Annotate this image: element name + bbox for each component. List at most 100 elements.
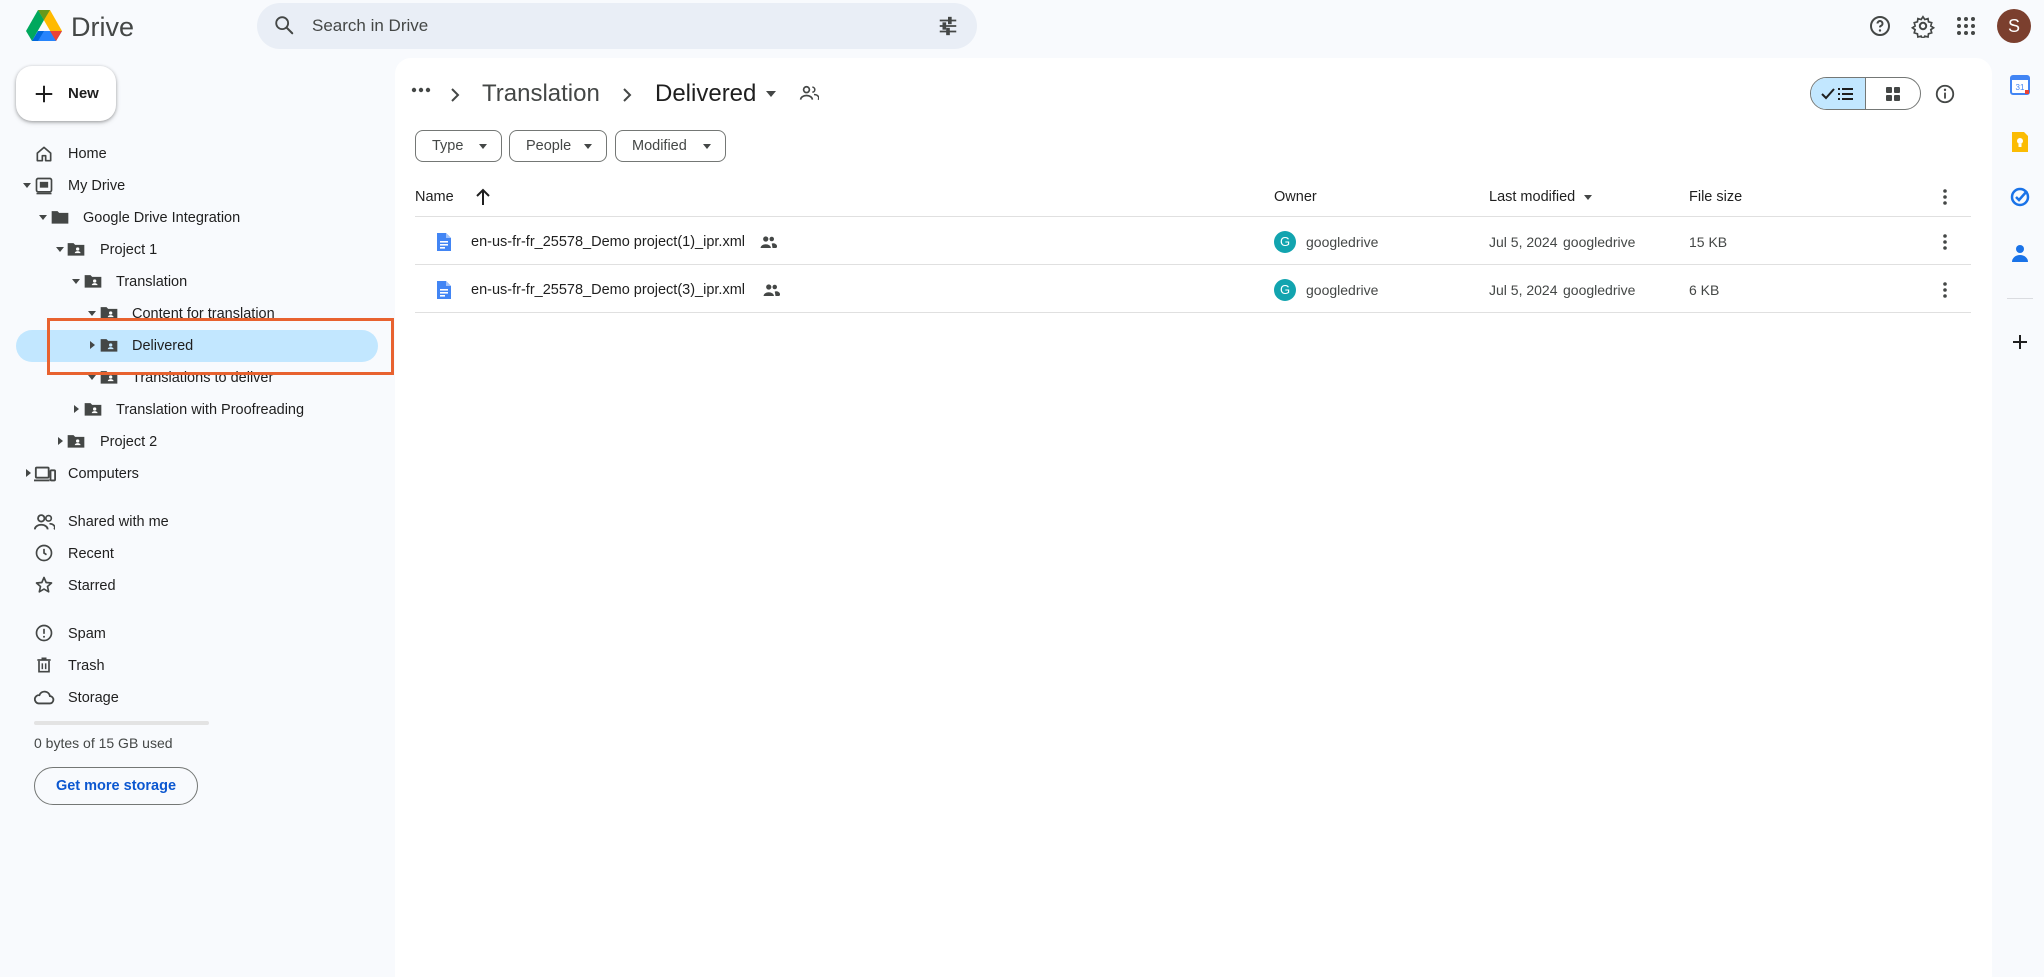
more-vert-icon[interactable] — [1936, 187, 1954, 207]
my-drive-icon — [34, 176, 54, 196]
sidebar-item-shared-with-me[interactable]: Shared with me — [68, 513, 169, 531]
filter-modified-label: Modified — [632, 138, 687, 154]
modified-by: googledrive — [1563, 282, 1636, 298]
filter-modified-chip[interactable]: Modified — [615, 130, 726, 162]
column-header-name[interactable]: Name — [415, 188, 454, 206]
sidebar-item-starred[interactable]: Starred — [68, 577, 116, 595]
keep-icon[interactable] — [2011, 131, 2029, 153]
sidebar-item-my-drive[interactable]: My Drive — [68, 177, 125, 195]
storage-usage-text: 0 bytes of 15 GB used — [34, 735, 173, 751]
drive-logo-icon[interactable] — [24, 6, 64, 46]
file-name[interactable]: en-us-fr-fr_25578_Demo project(1)_ipr.xm… — [471, 233, 745, 251]
settings-gear-icon[interactable] — [1911, 14, 1935, 38]
sidebar-item-project-2[interactable]: Project 2 — [100, 433, 157, 451]
computers-icon — [34, 464, 56, 484]
star-icon — [34, 575, 54, 595]
folder-icon — [50, 208, 70, 226]
shared-with-me-icon — [33, 512, 55, 532]
table-divider — [415, 264, 1971, 265]
shared-people-icon — [762, 282, 780, 298]
modified-date: Jul 5, 2024 — [1489, 234, 1558, 250]
expand-arrow-icon[interactable] — [74, 405, 79, 413]
tasks-icon[interactable] — [2010, 187, 2030, 207]
help-icon[interactable] — [1868, 14, 1892, 38]
expand-arrow-icon[interactable] — [26, 469, 31, 477]
calendar-icon[interactable]: 31 — [2010, 75, 2030, 95]
sidebar-item-recent[interactable]: Recent — [68, 545, 114, 563]
dropdown-arrow-icon — [479, 144, 487, 149]
breadcrumb-delivered[interactable]: Delivered — [655, 79, 756, 109]
side-panel-divider — [2007, 298, 2033, 299]
sidebar-item-google-drive-integration[interactable]: Google Drive Integration — [83, 209, 240, 227]
shared-people-icon — [759, 234, 777, 250]
plus-icon — [33, 83, 55, 105]
expand-arrow-icon[interactable] — [88, 375, 96, 380]
expand-arrow-icon[interactable] — [56, 247, 64, 252]
column-header-file-size[interactable]: File size — [1689, 188, 1742, 206]
owner-avatar: G — [1274, 231, 1296, 253]
more-horiz-icon[interactable] — [411, 86, 431, 94]
sidebar-item-translation-with-proofreading[interactable]: Translation with Proofreading — [116, 401, 304, 419]
expand-arrow-icon[interactable] — [58, 437, 63, 445]
modified-date: Jul 5, 2024 — [1489, 282, 1558, 298]
table-divider — [415, 312, 1971, 313]
list-view-check-icon — [1821, 86, 1857, 102]
doc-file-icon — [436, 232, 452, 252]
search-options-icon[interactable] — [937, 15, 959, 37]
more-actions-icon[interactable] — [1936, 280, 1954, 300]
doc-file-icon — [436, 280, 452, 300]
column-header-owner[interactable]: Owner — [1274, 188, 1317, 206]
expand-arrow-icon[interactable] — [72, 279, 80, 284]
chevron-right-icon — [450, 88, 460, 102]
table-divider — [415, 216, 1971, 217]
more-actions-icon[interactable] — [1936, 232, 1954, 252]
sort-dropdown-arrow-icon[interactable] — [1584, 195, 1592, 200]
file-size: 15 KB — [1689, 234, 1728, 250]
info-icon[interactable] — [1934, 83, 1956, 105]
app-title[interactable]: Drive — [71, 12, 134, 42]
folder-menu-dropdown-icon[interactable] — [766, 91, 776, 97]
dropdown-arrow-icon — [584, 144, 592, 149]
storage-usage-bar — [34, 721, 209, 725]
breadcrumb-translation[interactable]: Translation — [482, 79, 600, 109]
filter-type-chip[interactable]: Type — [415, 130, 502, 162]
account-avatar[interactable]: S — [1997, 9, 2031, 43]
sidebar-item-translation[interactable]: Translation — [116, 273, 187, 291]
trash-icon — [34, 655, 54, 675]
apps-grid-icon[interactable] — [1954, 14, 1978, 38]
sidebar-item-computers[interactable]: Computers — [68, 465, 139, 483]
new-button[interactable] — [16, 66, 116, 121]
grid-view-icon[interactable] — [1885, 86, 1901, 102]
add-addon-plus-icon[interactable] — [2011, 333, 2029, 351]
highlight-annotation-box — [47, 318, 394, 375]
sort-ascending-arrow-icon[interactable] — [474, 187, 492, 207]
expand-arrow-icon[interactable] — [88, 311, 96, 316]
spam-icon — [34, 623, 54, 643]
cloud-icon — [33, 688, 55, 706]
column-header-last-modified[interactable]: Last modified — [1489, 188, 1575, 206]
file-name[interactable]: en-us-fr-fr_25578_Demo project(3)_ipr.xm… — [471, 281, 745, 299]
search-icon[interactable] — [273, 14, 295, 36]
shared-folder-icon — [83, 400, 103, 418]
filter-people-label: People — [526, 138, 572, 154]
dropdown-arrow-icon — [703, 144, 711, 149]
sidebar-item-storage[interactable]: Storage — [68, 689, 119, 707]
expand-arrow-icon[interactable] — [39, 215, 47, 220]
expand-arrow-icon[interactable] — [23, 183, 31, 188]
new-button-label: New — [68, 85, 99, 102]
sidebar-item-spam[interactable]: Spam — [68, 625, 106, 643]
get-more-storage-button[interactable]: Get more storage — [34, 767, 198, 805]
sidebar-item-trash[interactable]: Trash — [68, 657, 105, 675]
owner-avatar: G — [1274, 279, 1296, 301]
sidebar-item-home[interactable]: Home — [68, 145, 107, 163]
chevron-right-icon — [622, 88, 632, 102]
sidebar-item-project-1[interactable]: Project 1 — [100, 241, 157, 259]
shared-people-icon[interactable] — [799, 84, 819, 102]
recent-clock-icon — [34, 543, 54, 563]
calendar-day-number: 31 — [2016, 83, 2025, 92]
search-input[interactable]: Search in Drive — [312, 16, 428, 36]
contacts-icon[interactable] — [2011, 243, 2029, 263]
filter-people-chip[interactable]: People — [509, 130, 607, 162]
owner-name: googledrive — [1306, 234, 1379, 250]
main-content-panel — [395, 58, 1992, 977]
